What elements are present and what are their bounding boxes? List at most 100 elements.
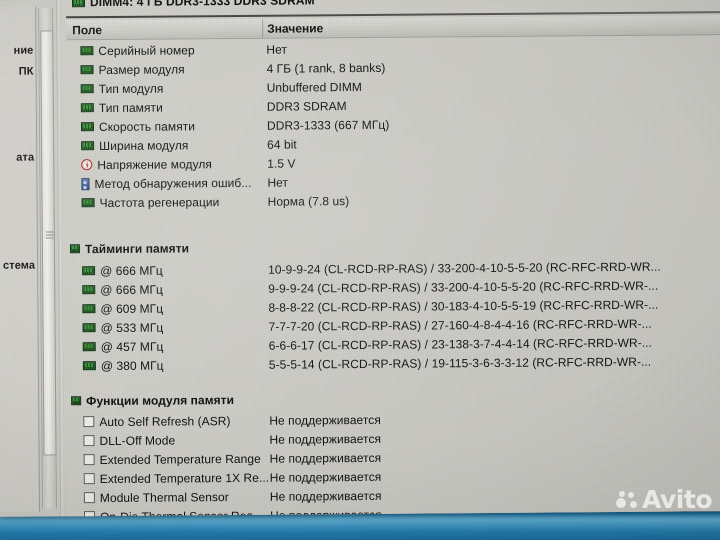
- column-header-value[interactable]: Значение: [267, 21, 323, 35]
- scrollbar-grip-icon: [46, 231, 54, 238]
- ram-module-icon: [81, 65, 94, 74]
- checkbox-unchecked-icon[interactable]: [83, 435, 94, 446]
- checkbox-unchecked-icon[interactable]: [84, 454, 95, 465]
- row-label: DLL-Off Mode: [83, 433, 175, 448]
- ram-module-icon: [70, 244, 80, 253]
- row-value: Не поддерживается: [270, 450, 382, 465]
- ram-module-icon: [81, 141, 94, 150]
- ram-module-icon: [83, 342, 96, 351]
- system-info-window: ние ПК ата стема DIMM4: 4 ГБ DDR3-1333 D…: [0, 0, 720, 517]
- ram-module-icon: [81, 103, 94, 112]
- row-label: Extended Temperature 1X Re...: [84, 470, 269, 485]
- voltage-icon: [81, 159, 92, 170]
- section-header-timings[interactable]: Тайминги памяти: [68, 234, 720, 258]
- row-label-text: @ 609 МГц: [100, 301, 163, 315]
- row-label: Размер модуля: [80, 62, 184, 77]
- sidebar-item-3[interactable]: стема: [3, 260, 35, 272]
- row-label-text: DLL-Off Mode: [99, 433, 175, 448]
- row-label: Скорость памяти: [81, 119, 195, 134]
- desktop-sheen: [0, 516, 720, 532]
- row-label: @ 457 МГц: [83, 339, 164, 354]
- sidebar-scrollbar-thumb[interactable]: [40, 30, 56, 455]
- row-label: Напряжение модуля: [81, 157, 212, 172]
- ram-module-icon: [82, 304, 95, 313]
- details-content-panel: DIMM4: 4 ГБ DDR3-1333 DDR3 SDRAM Поле Зн…: [62, 0, 720, 516]
- properties-list: Серийный номер Нет Размер модуля 4 ГБ (1…: [66, 36, 720, 513]
- row-value: Не поддерживается: [269, 431, 381, 446]
- row-label-text: @ 380 МГц: [101, 358, 164, 372]
- row-value: Нет: [266, 42, 287, 56]
- row-label: Тайминги памяти: [70, 241, 189, 256]
- row-label: Функции модуля памяти: [71, 393, 234, 408]
- sidebar-scrollbar[interactable]: [38, 8, 57, 508]
- row-label: @ 380 МГц: [83, 358, 164, 373]
- column-header-field[interactable]: Поле: [72, 23, 102, 37]
- navigation-sidebar[interactable]: ние ПК ата стема: [0, 7, 40, 512]
- row-label: Серийный номер: [80, 43, 194, 58]
- row-value: Unbuffered DIMM: [267, 79, 362, 94]
- row-label: @ 609 МГц: [82, 301, 163, 316]
- row-label: Тип модуля: [81, 81, 164, 96]
- row-label-text: Размер модуля: [98, 62, 184, 77]
- table-row[interactable]: Частота регенерации Норма (7.8 us): [68, 188, 720, 212]
- row-value: 64 bit: [267, 137, 297, 151]
- row-label-text: @ 533 МГц: [101, 320, 164, 334]
- ram-module-icon: [82, 266, 95, 275]
- row-label-text: Extended Temperature 1X Re...: [100, 470, 269, 485]
- sidebar-item-0[interactable]: ние: [14, 45, 34, 57]
- row-label: Метод обнаружения ошиб...: [81, 175, 251, 190]
- row-label: @ 666 МГц: [82, 282, 163, 297]
- chip-icon: [81, 178, 89, 190]
- ram-module-icon: [81, 122, 94, 131]
- section-header-text: Тайминги памяти: [85, 241, 189, 256]
- row-label: @ 533 МГц: [83, 320, 164, 335]
- row-value: 7-7-7-20 (CL-RCD-RP-RAS) / 27-160-4-8-4-…: [269, 316, 652, 333]
- monitor-photo-scene: ние ПК ата стема DIMM4: 4 ГБ DDR3-1333 D…: [0, 0, 720, 540]
- row-label-text: Ширина модуля: [99, 138, 188, 153]
- ram-module-icon: [83, 323, 96, 332]
- row-label-text: Extended Temperature Range: [100, 451, 261, 466]
- checkbox-unchecked-icon[interactable]: [84, 473, 95, 484]
- row-value: Не поддерживается: [269, 412, 381, 427]
- section-header-text: Функции модуля памяти: [86, 393, 234, 408]
- sidebar-item-2[interactable]: ата: [16, 152, 34, 164]
- row-label-text: Серийный номер: [98, 43, 194, 58]
- ram-module-icon: [83, 361, 96, 370]
- column-divider[interactable]: [262, 20, 263, 38]
- checkbox-unchecked-icon[interactable]: [83, 416, 94, 427]
- row-label: Тип памяти: [81, 100, 163, 115]
- row-label: Extended Temperature Range: [84, 451, 261, 466]
- ram-module-icon: [82, 198, 95, 207]
- page-title-text: DIMM4: 4 ГБ DDR3-1333 DDR3 SDRAM: [90, 0, 315, 9]
- row-label-text: Module Thermal Sensor: [100, 490, 229, 505]
- row-value: 5-5-5-14 (CL-RCD-RP-RAS) / 19-115-3-6-3-…: [269, 354, 651, 371]
- table-row[interactable]: @ 380 МГц 5-5-5-14 (CL-RCD-RP-RAS) / 19-…: [69, 351, 720, 375]
- row-label: @ 666 МГц: [82, 263, 163, 278]
- row-label-text: @ 666 МГц: [100, 263, 163, 277]
- row-label-text: Auto Self Refresh (ASR): [99, 414, 230, 429]
- row-value: 6-6-6-17 (CL-RCD-RP-RAS) / 23-138-3-7-4-…: [269, 335, 652, 352]
- checkbox-unchecked-icon[interactable]: [84, 492, 95, 503]
- row-label-text: Напряжение модуля: [97, 157, 212, 172]
- ram-module-icon: [80, 46, 93, 55]
- row-value: 9-9-9-24 (CL-RCD-RP-RAS) / 33-200-4-10-5…: [268, 278, 658, 295]
- row-value: Не поддерживается: [270, 488, 382, 503]
- row-value: 1.5 V: [267, 156, 295, 170]
- row-label-text: @ 666 МГц: [100, 282, 163, 296]
- row-value: 8-8-8-22 (CL-RCD-RP-RAS) / 30-183-4-10-5…: [268, 297, 658, 314]
- ram-module-icon: [81, 84, 94, 93]
- row-label-text: Метод обнаружения ошиб...: [94, 175, 251, 190]
- row-label: Ширина модуля: [81, 138, 188, 153]
- sidebar-item-1[interactable]: ПК: [19, 66, 34, 78]
- row-value: 4 ГБ (1 rank, 8 banks): [266, 60, 385, 75]
- row-label-text: Скорость памяти: [99, 119, 195, 134]
- row-label: Module Thermal Sensor: [84, 490, 229, 505]
- checkbox-unchecked-icon[interactable]: [84, 511, 95, 516]
- section-header-features[interactable]: Функции модуля памяти: [69, 386, 720, 410]
- row-label: Auto Self Refresh (ASR): [83, 414, 230, 429]
- row-label: Частота регенерации: [82, 195, 220, 210]
- ram-module-icon: [71, 396, 81, 405]
- page-title: DIMM4: 4 ГБ DDR3-1333 DDR3 SDRAM: [72, 0, 315, 9]
- row-label-text: Тип модуля: [99, 81, 164, 96]
- row-label-text: Частота регенерации: [100, 195, 220, 210]
